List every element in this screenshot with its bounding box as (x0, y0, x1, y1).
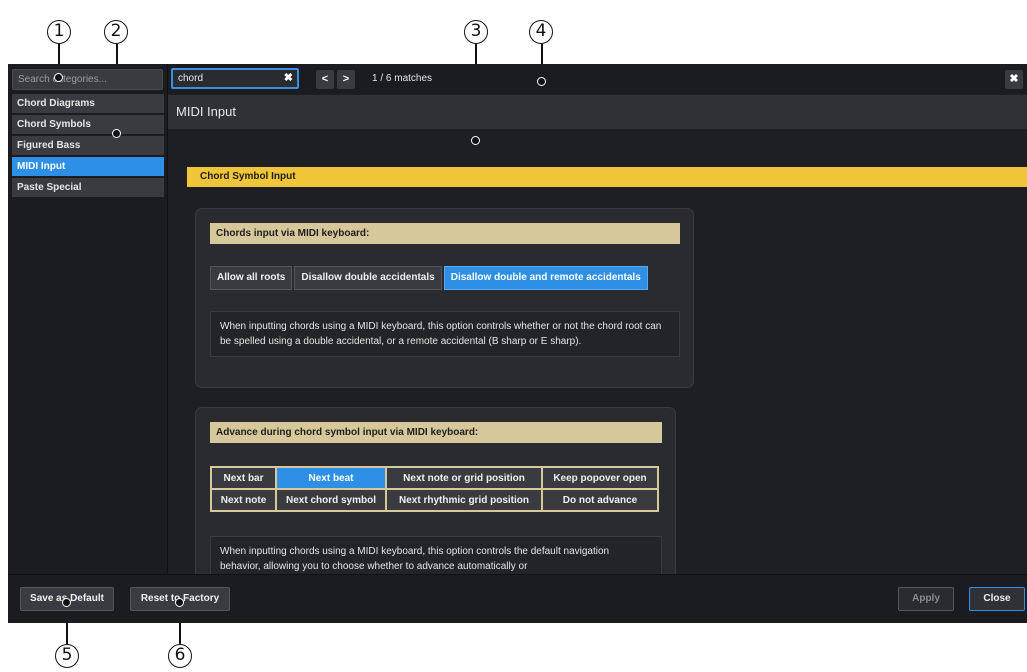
option-disallow-double-accidentals[interactable]: Disallow double accidentals (294, 266, 442, 290)
option-label: Chords input via MIDI keyboard: (210, 223, 680, 244)
callout-6: 6 (168, 644, 192, 668)
category-item-figured-bass[interactable]: Figured Bass (12, 136, 164, 155)
clear-search-icon[interactable]: ✖ (284, 71, 293, 85)
callout-2: 2 (104, 20, 128, 44)
option-disallow-double-remote-accidentals[interactable]: Disallow double and remote accidentals (443, 266, 648, 290)
option-panel-chords-input: Chords input via MIDI keyboard: Allow al… (195, 208, 694, 388)
close-find-icon[interactable]: ✖ (1005, 70, 1023, 89)
option-description: When inputting chords using a MIDI keybo… (210, 311, 680, 357)
category-item-midi-input[interactable]: MIDI Input (12, 157, 164, 176)
option-panel-advance: Advance during chord symbol input via MI… (195, 407, 676, 574)
callout-3-marker (471, 136, 480, 145)
callout-1-marker (54, 73, 63, 82)
callout-3: 3 (464, 20, 488, 44)
category-list: Chord Diagrams Chord Symbols Figured Bas… (12, 94, 164, 199)
callout-2-marker (112, 129, 121, 138)
find-input[interactable]: chord ✖ (171, 68, 299, 89)
callout-4: 4 (529, 20, 553, 44)
option-keep-popover-open[interactable]: Keep popover open (542, 467, 658, 489)
options-content: Chord Symbol Input Chords input via MIDI… (168, 129, 1027, 574)
category-sidebar: Search categories... Chord Diagrams Chor… (8, 64, 168, 574)
option-description: When inputting chords using a MIDI keybo… (210, 536, 662, 574)
option-next-rhythmic-grid[interactable]: Next rhythmic grid position (386, 489, 542, 511)
category-search-input[interactable]: Search categories... (12, 69, 163, 90)
find-input-value: chord (178, 73, 204, 84)
option-next-bar[interactable]: Next bar (211, 467, 276, 489)
next-match-button[interactable]: > (337, 70, 355, 89)
option-label: Advance during chord symbol input via MI… (210, 422, 662, 443)
option-next-note[interactable]: Next note (211, 489, 276, 511)
callout-6-marker (175, 598, 184, 607)
option-allow-all-roots[interactable]: Allow all roots (210, 266, 293, 290)
find-bar: chord ✖ < > 1 / 6 matches ✖ (168, 64, 1027, 94)
callout-5: 5 (55, 644, 79, 668)
apply-button[interactable]: Apply (898, 587, 954, 611)
option-next-note-or-grid[interactable]: Next note or grid position (386, 467, 542, 489)
match-count-label: 1 / 6 matches (372, 73, 433, 84)
option-next-beat[interactable]: Next beat (276, 467, 386, 489)
category-item-paste-special[interactable]: Paste Special (12, 178, 164, 197)
dialog-footer: Save as Default Reset to Factory Apply C… (8, 574, 1027, 623)
previous-match-button[interactable]: < (316, 70, 334, 89)
option-do-not-advance[interactable]: Do not advance (542, 489, 658, 511)
callout-1: 1 (47, 20, 71, 44)
category-item-chord-diagrams[interactable]: Chord Diagrams (12, 94, 164, 113)
section-heading: Chord Symbol Input (187, 167, 1027, 187)
advance-options-grid: Next bar Next beat Next note or grid pos… (210, 466, 659, 512)
callout-5-marker (62, 598, 71, 607)
segmented-control: Allow all roots Disallow double accident… (210, 266, 650, 290)
page-title: MIDI Input (168, 95, 1027, 129)
callout-4-marker (537, 77, 546, 86)
close-button[interactable]: Close (969, 587, 1025, 611)
category-item-chord-symbols[interactable]: Chord Symbols (12, 115, 164, 134)
option-next-chord-symbol[interactable]: Next chord symbol (276, 489, 386, 511)
preferences-window: Search categories... Chord Diagrams Chor… (8, 64, 1027, 623)
